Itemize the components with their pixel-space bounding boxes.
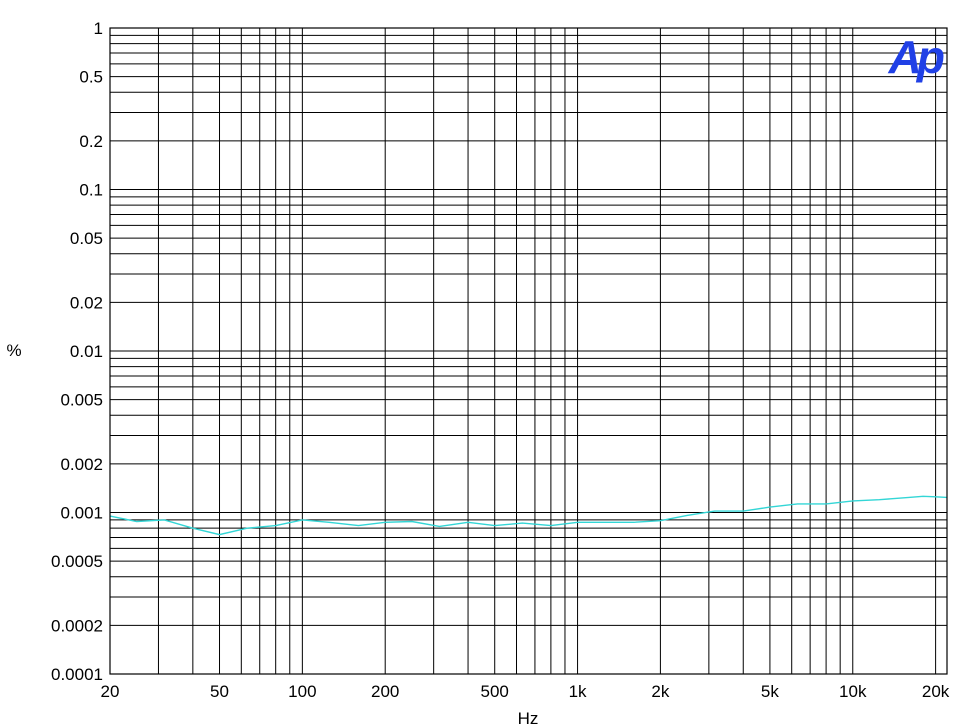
x-tick-label: 500 <box>481 682 509 701</box>
ap-logo: Ap <box>888 31 944 83</box>
grid <box>110 28 947 674</box>
x-tick-label: 5k <box>761 682 779 701</box>
y-tick-label: 0.02 <box>70 293 103 312</box>
y-tick-labels: 1 0.5 0.2 0.1 0.05 0.02 0.01 0.005 0.002 0.001 0.0… <box>51 19 103 684</box>
y-tick-label: 0.0005 <box>51 552 103 571</box>
y-tick-label: 0.0002 <box>51 616 103 635</box>
x-tick-labels: 20 50 100 200 500 1k 2k 5k 10k 20k <box>101 682 950 701</box>
x-tick-label: 20 <box>101 682 120 701</box>
x-tick-label: 10k <box>839 682 867 701</box>
y-tick-label: 0.2 <box>79 132 103 151</box>
chart: 1 0.5 0.2 0.1 0.05 0.02 0.01 0.005 0.002 0.001 0.0… <box>6 19 950 728</box>
x-tick-label: 50 <box>210 682 229 701</box>
y-tick-label: 0.05 <box>70 229 103 248</box>
x-tick-label: 100 <box>288 682 316 701</box>
x-tick-label: 2k <box>651 682 669 701</box>
x-tick-label: 200 <box>371 682 399 701</box>
y-tick-label: 0.5 <box>79 68 103 87</box>
x-tick-label: 20k <box>922 682 950 701</box>
y-tick-label: 0.1 <box>79 181 103 200</box>
y-axis-label: % <box>6 341 21 360</box>
y-tick-label: 0.01 <box>70 342 103 361</box>
y-tick-label: 0.005 <box>60 391 103 410</box>
series-line <box>109 495 948 536</box>
y-tick-label: 0.002 <box>60 455 103 474</box>
series-layer <box>109 495 948 536</box>
y-tick-label: 0.0001 <box>51 665 103 684</box>
y-tick-label: 1 <box>94 19 103 38</box>
x-axis-label: Hz <box>518 709 539 728</box>
x-tick-label: 1k <box>569 682 587 701</box>
y-tick-label: 0.001 <box>60 504 103 523</box>
